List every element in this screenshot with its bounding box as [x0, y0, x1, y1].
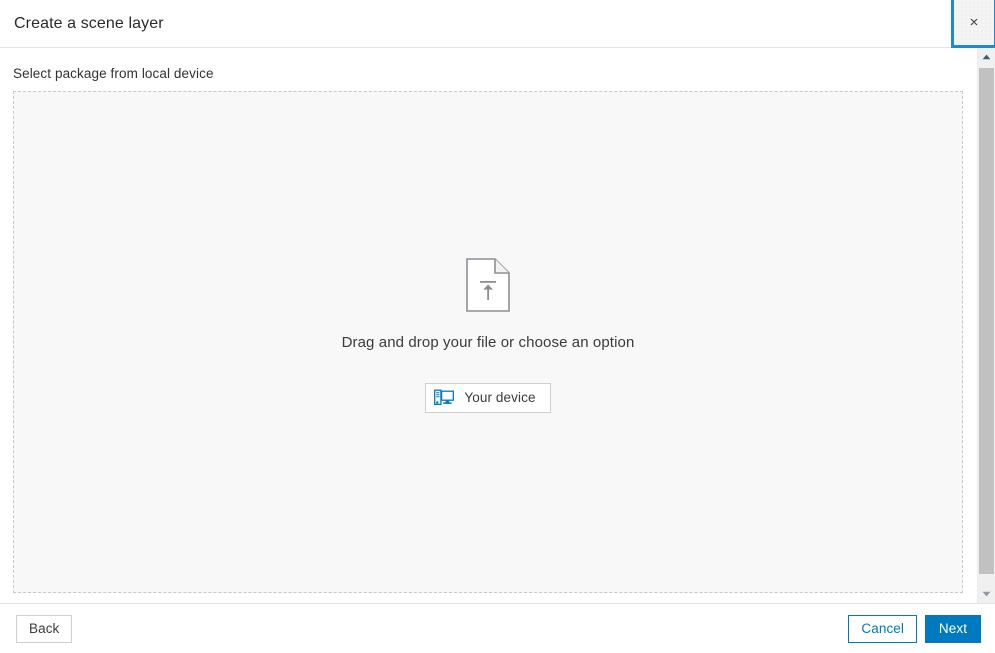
dropzone-content: Drag and drop your file or choose an opt…	[341, 257, 635, 413]
next-button[interactable]: Next	[925, 614, 981, 643]
scrollbar-thumb[interactable]	[979, 68, 994, 574]
close-dialog-button[interactable]: ×	[951, 0, 995, 48]
dialog-footer: Back Cancel Next	[0, 603, 995, 653]
file-upload-icon	[466, 257, 510, 312]
dialog-body: Select package from local device Drag an…	[0, 48, 995, 603]
desktop-computer-icon	[434, 389, 455, 407]
dialog-body-content: Select package from local device Drag an…	[0, 48, 977, 603]
create-scene-layer-dialog: Create a scene layer × Select package fr…	[0, 0, 995, 653]
back-button[interactable]: Back	[16, 614, 73, 643]
your-device-label: Your device	[464, 390, 536, 405]
footer-actions: Cancel Next	[848, 614, 981, 643]
your-device-button[interactable]: Your device	[425, 382, 551, 413]
file-dropzone[interactable]: Drag and drop your file or choose an opt…	[13, 91, 963, 593]
section-label: Select package from local device	[13, 66, 214, 81]
cancel-button[interactable]: Cancel	[848, 614, 917, 643]
close-icon: ×	[969, 14, 979, 31]
dialog-header: Create a scene layer ×	[0, 0, 995, 48]
dropzone-prompt: Drag and drop your file or choose an opt…	[341, 333, 635, 351]
scroll-down-button[interactable]	[978, 585, 995, 603]
body-scrollbar[interactable]	[977, 48, 995, 603]
scroll-up-button[interactable]	[978, 48, 995, 66]
chevron-up-icon	[982, 54, 991, 60]
dialog-title: Create a scene layer	[14, 14, 164, 32]
chevron-down-icon	[982, 591, 991, 597]
